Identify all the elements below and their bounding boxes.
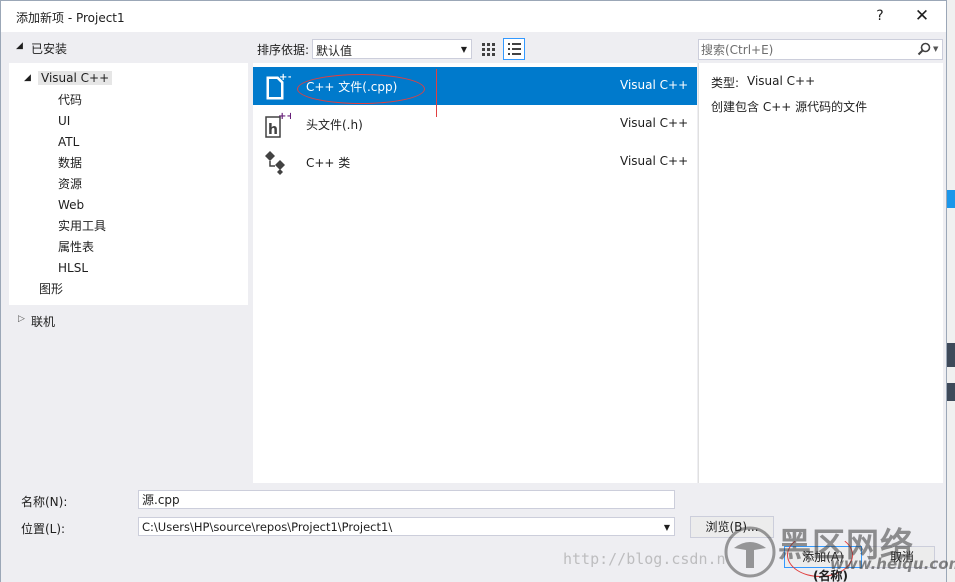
tree-item-visual-cpp[interactable]: ◢ Visual C++ [24, 68, 113, 89]
watermark-url: http://blog.csdn.n [563, 550, 726, 568]
tree-item-atl[interactable]: ATL [58, 132, 79, 153]
watermark-logo-icon [724, 526, 776, 578]
cpp-class-icon [265, 151, 285, 175]
background-panel [946, 343, 955, 367]
tree-item-graphics[interactable]: 图形 [39, 279, 63, 300]
collapsed-arrow-icon: ▷ [18, 314, 25, 324]
template-item-cpp-class[interactable]: C++ 类 Visual C++ [253, 143, 697, 181]
tree-item-code[interactable]: 代码 [58, 90, 82, 111]
annotation-line [436, 69, 437, 117]
chevron-down-icon: ▼ [663, 523, 670, 532]
type-value: Visual C++ [747, 74, 816, 88]
template-language: Visual C++ [620, 78, 689, 92]
category-tree: ◢ Visual C++ 代码 UI ATL 数据 资源 Web 实用工具 属性… [9, 63, 248, 305]
add-new-item-dialog: 添加新项 - Project1 ? ✕ ◢ 已安装 ◢ Visual C++ 代… [0, 0, 947, 582]
template-item-header-file[interactable]: h ++ 头文件(.h) Visual C++ [253, 105, 697, 143]
search-input[interactable] [701, 41, 906, 58]
background-panel [946, 383, 955, 401]
location-value: C:\Users\HP\source\repos\Project1\Projec… [142, 520, 393, 534]
tree-item-data[interactable]: 数据 [58, 153, 82, 174]
close-button[interactable]: ✕ [901, 1, 943, 32]
type-label: 类型: [711, 76, 740, 90]
list-view-icon [508, 43, 521, 55]
svg-text:++: ++ [279, 72, 291, 83]
location-label: 位置(L): [21, 522, 66, 536]
template-name: 头文件(.h) [306, 118, 363, 132]
svg-text:h: h [268, 122, 278, 138]
name-label: 名称(N): [21, 495, 68, 509]
help-button[interactable]: ? [859, 1, 901, 32]
search-box[interactable]: ▼ [698, 39, 943, 60]
sort-by-label: 排序依据: [257, 43, 310, 57]
dialog-title: 添加新项 - Project1 [16, 11, 125, 25]
template-list: ++ C++ 文件(.cpp) Visual C++ h ++ 头文件(.h) … [253, 63, 697, 483]
grid-view-button[interactable] [477, 38, 499, 60]
template-language: Visual C++ [620, 154, 689, 168]
online-label: 联机 [31, 315, 56, 329]
sort-by-value: 默认值 [316, 44, 353, 58]
name-field[interactable] [138, 490, 675, 509]
tree-item-utility[interactable]: 实用工具 [58, 216, 106, 237]
cpp-file-icon: ++ [266, 72, 291, 100]
tree-item-hlsl[interactable]: HLSL [58, 258, 88, 279]
grid-view-icon [482, 43, 495, 56]
chevron-down-icon: ▼ [460, 45, 467, 54]
tree-item-web[interactable]: Web [58, 195, 84, 216]
watermark-logo: 黑区网络 www.heiqu.com [720, 520, 955, 582]
background-highlight [946, 190, 955, 208]
expanded-arrow-icon: ◢ [16, 41, 23, 51]
template-description: 创建包含 C++ 源代码的文件 [711, 100, 868, 114]
template-language: Visual C++ [620, 116, 689, 130]
tree-item-ui[interactable]: UI [58, 111, 70, 132]
chevron-down-icon[interactable]: ▼ [933, 45, 938, 53]
tree-item-label: Visual C++ [38, 71, 113, 85]
svg-text:++: ++ [278, 111, 291, 122]
header-file-icon: h ++ [265, 111, 291, 138]
template-name: C++ 类 [306, 156, 351, 170]
details-panel: 类型: Visual C++ 创建包含 C++ 源代码的文件 [698, 63, 943, 483]
installed-label: 已安装 [31, 42, 68, 56]
list-view-button[interactable] [503, 38, 525, 60]
title-bar: 添加新项 - Project1 ? ✕ [1, 1, 946, 32]
watermark-domain: www.heiqu.com [830, 555, 955, 573]
location-dropdown[interactable]: C:\Users\HP\source\repos\Project1\Projec… [138, 517, 675, 536]
sort-by-dropdown[interactable]: 默认值 ▼ [312, 39, 472, 59]
tree-item-property-sheet[interactable]: 属性表 [58, 237, 94, 258]
search-icon[interactable] [917, 42, 931, 56]
tree-item-resource[interactable]: 资源 [58, 174, 82, 195]
background-ide-strip [946, 0, 955, 582]
annotation-ellipse [297, 74, 425, 104]
expanded-arrow-icon: ◢ [24, 73, 31, 83]
